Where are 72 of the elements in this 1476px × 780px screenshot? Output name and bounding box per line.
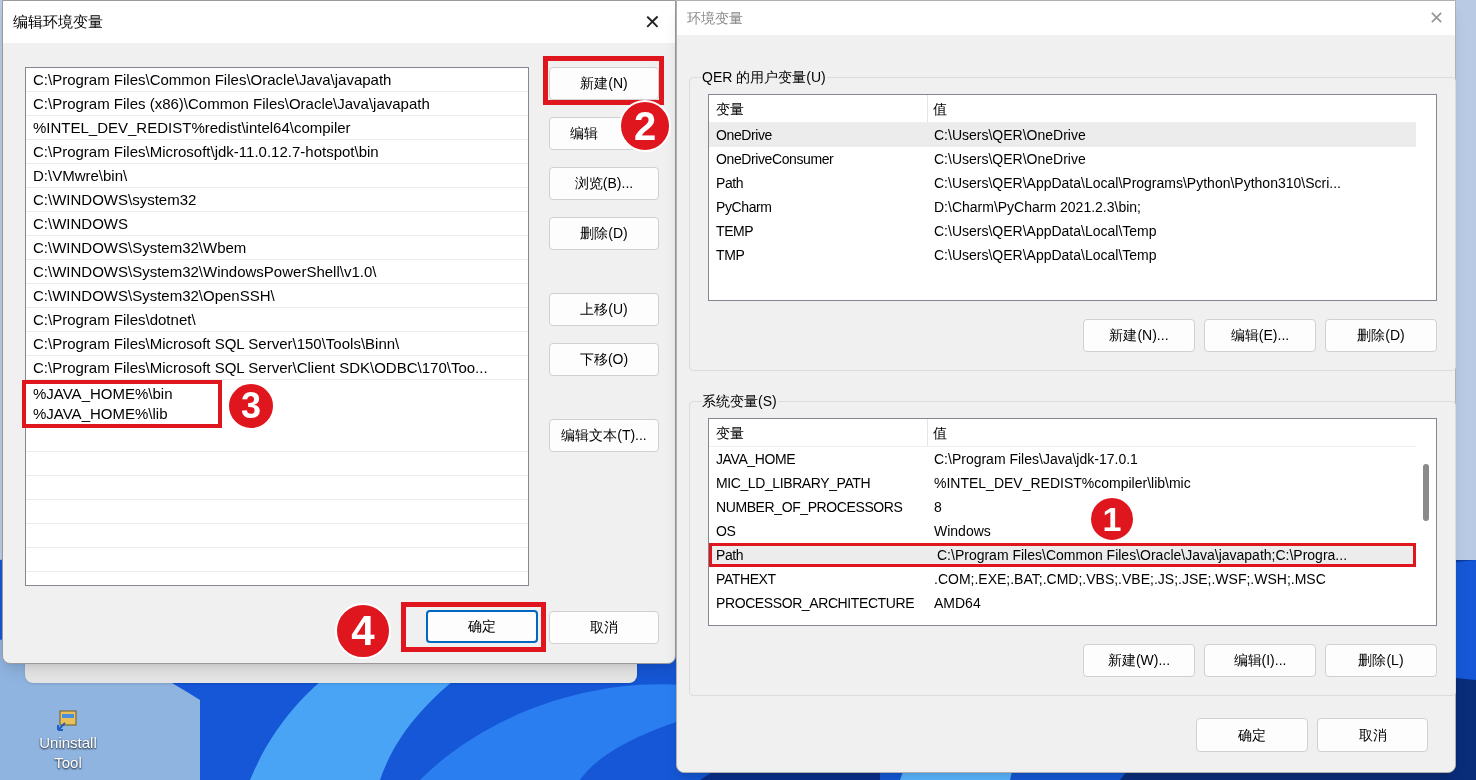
table-cell: %INTEL_DEV_REDIST%compiler\lib\mic [934, 475, 1191, 491]
list-item[interactable]: C:\WINDOWS\system32 [33, 190, 197, 209]
list-item[interactable]: C:\Program Files (x86)\Common Files\Oracle\Java\javapath [33, 94, 430, 113]
table-cell: .COM;.EXE;.BAT;.CMD;.VBS;.VBE;.JS;.JSE;.WSF;.WSH;.MSC [934, 571, 1326, 587]
list-item[interactable]: C:\Program Files\dotnet\ [33, 310, 196, 329]
table-cell: PATHEXT [716, 571, 776, 587]
group-label: QER 的用户变量(U) [701, 68, 827, 87]
dialog-button[interactable]: 新建(W)... [1083, 644, 1195, 677]
dialog-button[interactable]: 新建(N) [549, 67, 659, 100]
dialog-button[interactable]: 删除(D) [549, 217, 659, 250]
dialog-button[interactable]: 新建(N)... [1083, 319, 1195, 352]
window-title: 编辑环境变量 [13, 11, 103, 32]
dialog-button[interactable]: 编辑(I)... [1204, 644, 1316, 677]
table-cell: OneDrive [716, 127, 772, 143]
table-cell: Windows [934, 523, 991, 539]
list-item[interactable]: C:\WINDOWS [33, 214, 128, 233]
list-item[interactable]: %JAVA_HOME%\lib [33, 405, 168, 423]
table-cell: C:\Users\QER\OneDrive [934, 127, 1086, 143]
table-cell: TEMP [716, 223, 754, 239]
table-cell: 8 [934, 499, 942, 515]
list-item[interactable]: C:\Program Files\Common Files\Oracle\Java\javapath [33, 70, 392, 89]
dialog-button[interactable]: 编辑(E)... [1204, 319, 1316, 352]
list-item[interactable]: C:\Program Files\Microsoft SQL Server\150\Tools\Binn\ [33, 334, 400, 353]
list-item[interactable]: D:\VMwre\bin\ [33, 166, 128, 185]
dialog-button[interactable]: 删除(D) [1325, 319, 1437, 352]
table-cell: AMD64 [934, 595, 981, 611]
column-header[interactable]: 变量 [709, 95, 928, 122]
list-item[interactable]: C:\WINDOWS\System32\WindowsPowerShell\v1.0\ [33, 262, 377, 281]
table-cell: JAVA_HOME [716, 451, 796, 467]
callout-badge: 2 [619, 100, 671, 152]
dialog-button[interactable]: 上移(U) [549, 293, 659, 326]
cancel-button[interactable]: 取消 [549, 610, 659, 644]
installer-icon[interactable] [56, 708, 80, 732]
table-cell: Path [716, 547, 744, 563]
list-item[interactable]: %INTEL_DEV_REDIST%redist\intel64\compiler [33, 118, 351, 137]
column-header[interactable]: 值 [928, 95, 1416, 122]
list-item[interactable]: %JAVA_HOME%\bin [33, 385, 173, 403]
window-title: 环境变量 [687, 8, 743, 28]
table-cell: OneDriveConsumer [716, 151, 834, 167]
list-item[interactable]: C:\WINDOWS\System32\OpenSSH\ [33, 286, 275, 305]
dialog-button[interactable]: 编辑文本(T)... [549, 419, 659, 452]
group-label: 系统变量(S) [701, 392, 778, 411]
ok-button[interactable]: 确定 [1196, 718, 1308, 752]
table-cell: PyCharm [716, 199, 772, 215]
scrollbar-thumb[interactable] [1423, 464, 1429, 521]
list-item[interactable]: C:\WINDOWS\System32\Wbem [33, 238, 247, 257]
dialog-button[interactable]: 浏览(B)... [549, 167, 659, 200]
dialog-button[interactable]: 删除(L) [1325, 644, 1437, 677]
dialog-button[interactable]: 下移(O) [549, 343, 659, 376]
table-cell: PROCESSOR_ARCHITECTURE [716, 595, 915, 611]
table-row[interactable]: Path C:\Program Files\Common Files\Oracle\Java\javapath;C:\Progra... [709, 543, 1416, 567]
table-cell: C:\Program Files\Java\jdk-17.0.1 [934, 451, 1138, 467]
list-item[interactable]: C:\Program Files\Microsoft\jdk-11.0.12.7-hotspot\bin [33, 142, 379, 161]
cancel-button[interactable]: 取消 [1317, 718, 1428, 752]
table-cell: C:\Users\QER\AppData\Local\Temp [934, 223, 1157, 239]
column-header[interactable]: 变量 [709, 419, 928, 446]
close-button[interactable]: ✕ [639, 7, 665, 37]
table-cell: D:\Charm\PyCharm 2021.2.3\bin; [934, 199, 1141, 215]
table-row[interactable]: OneDrive C:\Users\QER\OneDrive [709, 123, 1416, 147]
table-cell: MIC_LD_LIBRARY_PATH [716, 475, 871, 491]
table-cell: NUMBER_OF_PROCESSORS [716, 499, 903, 515]
table-cell: TMP [716, 247, 745, 263]
table-cell: C:\Program Files\Common Files\Oracle\Java\javapath;C:\Progra... [937, 547, 1348, 563]
list-item[interactable]: C:\Program Files\Microsoft SQL Server\Client SDK\ODBC\170\Too... [33, 358, 488, 377]
column-header[interactable]: 值 [928, 419, 1416, 446]
ok-button[interactable]: 确定 [426, 610, 538, 643]
table-cell: OS [716, 523, 736, 539]
table-cell: C:\Users\QER\AppData\Local\Programs\Python\Python310\Scri... [934, 175, 1341, 191]
callout-badge: 4 [335, 603, 391, 659]
table-cell: C:\Users\QER\AppData\Local\Temp [934, 247, 1157, 263]
table-cell: C:\Users\QER\OneDrive [934, 151, 1086, 167]
table-cell: Path [716, 175, 744, 191]
